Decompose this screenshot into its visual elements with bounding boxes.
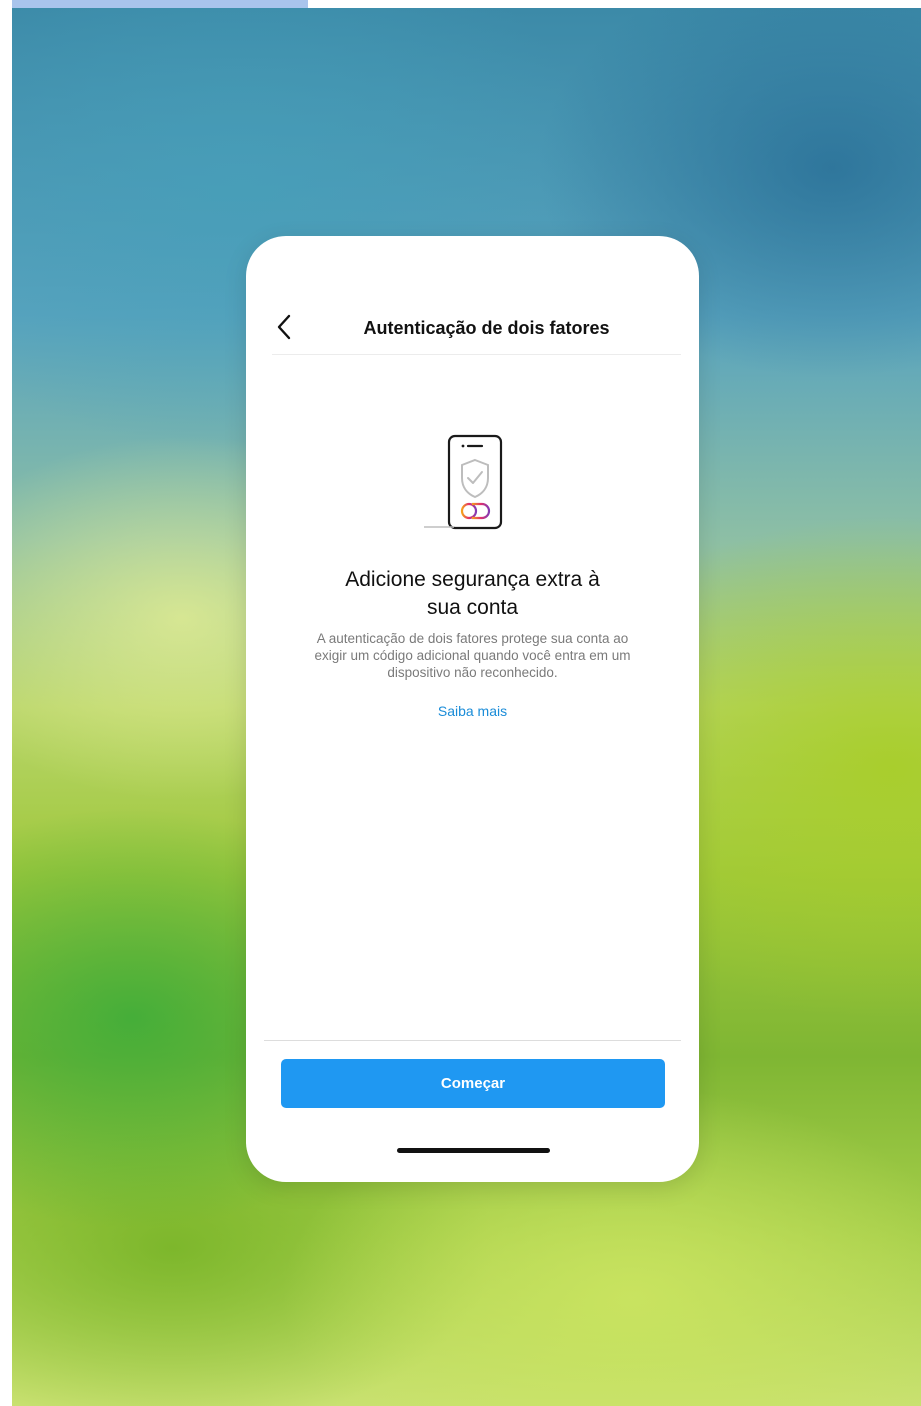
description: A autenticação de dois fatores protege s… [266, 630, 679, 681]
description-line-1: A autenticação de dois fatores protege s… [316, 631, 629, 646]
headline-line-1: Adicione segurança extra à [345, 568, 600, 591]
page-title: Autenticação de dois fatores [363, 318, 610, 338]
headline-line-2: sua conta [426, 596, 519, 619]
header-divider [272, 354, 681, 355]
top-tab-strip [12, 0, 308, 8]
phone-shield-icon [424, 434, 503, 530]
phone-screen: Autenticação de dois fatores Adicione se… [246, 236, 699, 1182]
get-started-button[interactable]: Começar [281, 1059, 665, 1108]
headline: Adicione segurança extra à sua conta [246, 566, 699, 622]
description-line-2: exigir um código adicional quando você e… [314, 648, 631, 663]
footer-divider [264, 1040, 681, 1041]
home-indicator [397, 1148, 550, 1153]
learn-more-link[interactable]: Saiba mais [246, 703, 699, 719]
description-line-3: dispositivo não reconhecido. [387, 665, 558, 680]
